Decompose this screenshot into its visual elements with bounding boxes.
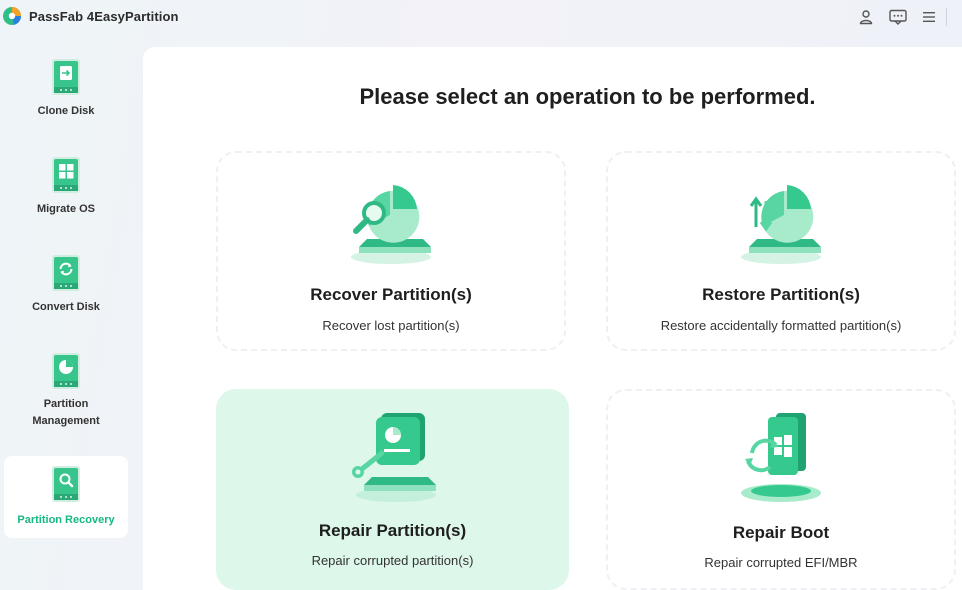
card-description: Restore accidentally formatted partition…	[660, 318, 902, 333]
repair-boot-card[interactable]: Repair Boot Repair corrupted EFI/MBR	[606, 389, 956, 590]
recover-partition-card[interactable]: Recover Partition(s) Recover lost partit…	[216, 151, 566, 351]
partition-management-icon	[52, 353, 80, 389]
card-title: Repair Boot	[732, 523, 830, 542]
page-title: Please select an operation to be perform…	[359, 84, 816, 109]
card-title: Restore Partition(s)	[702, 285, 860, 304]
partition-recovery-icon	[52, 466, 80, 502]
titlebar-divider	[946, 8, 947, 26]
app-title: PassFab 4EasyPartition	[29, 9, 179, 24]
repair-partition-icon	[351, 413, 436, 502]
title-bar: PassFab 4EasyPartition	[0, 0, 962, 34]
repair-partition-card[interactable]: Repair Partition(s) Repair corrupted par…	[216, 389, 569, 590]
sidebar-item-label: Partition Recovery	[17, 514, 115, 526]
main-panel: Please select an operation to be perform…	[143, 47, 962, 590]
sidebar-item-label: Convert Disk	[32, 301, 100, 313]
sidebar-item-clone-disk[interactable]: Clone Disk	[4, 56, 128, 126]
clone-disk-icon	[52, 59, 80, 95]
sidebar-item-label: Partition	[43, 398, 89, 410]
app-logo-icon	[3, 7, 22, 25]
restore-partition-card[interactable]: Restore Partition(s) Restore accidentall…	[606, 151, 956, 351]
sidebar-item-migrate-os[interactable]: Migrate OS	[4, 154, 128, 224]
menu-icon[interactable]	[920, 8, 938, 26]
feedback-icon[interactable]	[889, 8, 907, 26]
sidebar: Clone Disk Migrate OS Convert Disk Parti…	[0, 34, 143, 590]
account-icon[interactable]	[857, 8, 875, 26]
card-description: Repair corrupted partition(s)	[311, 553, 474, 568]
convert-disk-icon	[52, 255, 80, 291]
sidebar-item-convert-disk[interactable]: Convert Disk	[4, 252, 128, 322]
sidebar-item-label: Clone Disk	[37, 105, 95, 117]
migrate-os-icon	[52, 157, 80, 193]
card-description: Recover lost partition(s)	[322, 318, 460, 333]
sidebar-item-label-line2: Management	[32, 415, 100, 427]
recover-partition-icon	[351, 185, 431, 264]
sidebar-item-partition-management[interactable]: Partition Management	[4, 350, 128, 440]
repair-boot-icon	[741, 413, 821, 502]
card-description: Repair corrupted EFI/MBR	[704, 555, 858, 570]
card-title: Recover Partition(s)	[310, 285, 472, 304]
sidebar-item-label: Migrate OS	[36, 203, 96, 215]
restore-partition-icon	[741, 185, 821, 264]
card-title: Repair Partition(s)	[318, 521, 467, 540]
sidebar-item-partition-recovery[interactable]: Partition Recovery	[4, 456, 128, 538]
